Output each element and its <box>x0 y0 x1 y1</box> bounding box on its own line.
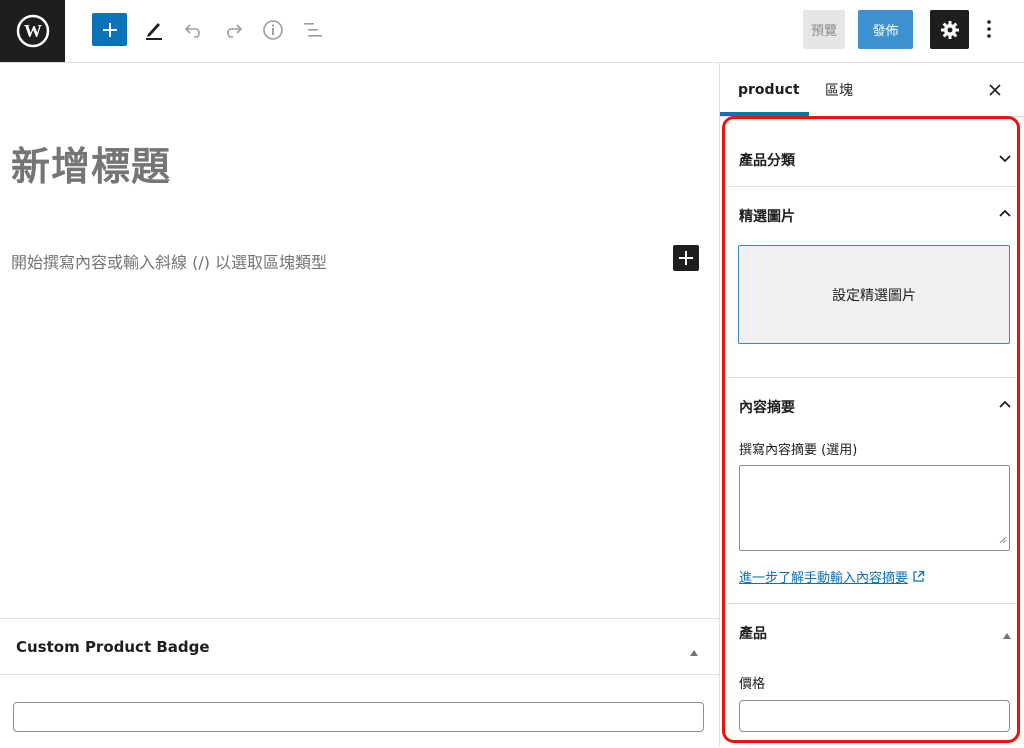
metabox-title: Custom Product Badge <box>16 638 210 656</box>
pencil-icon <box>146 23 162 40</box>
redo-button[interactable] <box>222 19 244 41</box>
inline-add-block-button[interactable] <box>673 245 699 271</box>
panel-title: 產品分類 <box>739 153 795 169</box>
list-view-icon <box>304 23 322 37</box>
custom-product-badge-metabox: Custom Product Badge <box>0 618 719 748</box>
excerpt-textarea[interactable] <box>739 465 1010 551</box>
featured-image-panel: 精選圖片 設定精選圖片 <box>728 186 1018 378</box>
sidebar-tabs: product 區塊 <box>720 63 1024 117</box>
svg-text:W: W <box>24 21 42 41</box>
active-tab-indicator <box>720 112 809 116</box>
product-panel: 產品 價格 <box>728 603 1018 747</box>
preview-button[interactable]: 預覽 <box>803 10 845 49</box>
chevron-up-icon <box>998 206 1012 225</box>
editor-toolbar: W 預覽 發佈 <box>0 0 1024 63</box>
featured-image-panel-toggle[interactable]: 精選圖片 <box>728 186 1018 242</box>
post-title-input[interactable]: 新增標題 <box>11 136 171 192</box>
tools-button[interactable] <box>142 17 166 43</box>
excerpt-help-link[interactable]: 進一步了解手動輸入內容摘要 <box>739 567 925 586</box>
panel-title: 精選圖片 <box>739 209 795 225</box>
price-field-label: 價格 <box>739 677 766 692</box>
badge-text-input[interactable] <box>13 702 704 732</box>
price-input[interactable] <box>739 700 1010 732</box>
gear-icon <box>940 20 959 39</box>
excerpt-panel-toggle[interactable]: 內容摘要 <box>728 377 1018 433</box>
triangle-up-icon <box>690 650 698 656</box>
settings-sidebar: product 區塊 產品分類 精選圖片 設定精選圖片 內容摘要 撰寫內容摘要 … <box>719 63 1024 747</box>
chevron-down-icon <box>998 150 1012 169</box>
publish-button[interactable]: 發佈 <box>858 10 913 49</box>
external-link-icon <box>913 570 925 582</box>
undo-button[interactable] <box>183 19 205 41</box>
settings-button[interactable] <box>930 10 969 49</box>
excerpt-help-link-text: 進一步了解手動輸入內容摘要 <box>739 571 909 586</box>
tab-product[interactable]: product <box>738 63 800 116</box>
panel-title: 產品 <box>739 626 767 642</box>
triangle-up-icon <box>1002 625 1012 644</box>
plus-icon <box>679 251 693 265</box>
panel-title: 內容摘要 <box>739 400 795 416</box>
product-category-panel-toggle[interactable]: 產品分類 <box>728 130 1018 186</box>
list-view-button[interactable] <box>301 19 325 41</box>
metabox-header[interactable]: Custom Product Badge <box>0 619 719 675</box>
excerpt-field-label: 撰寫內容摘要 (選用) <box>739 443 858 458</box>
more-options-button[interactable] <box>978 14 1000 44</box>
plus-icon <box>102 22 117 37</box>
resize-handle-icon[interactable] <box>999 529 1007 548</box>
tab-block[interactable]: 區塊 <box>825 63 853 116</box>
details-button[interactable] <box>261 18 285 42</box>
close-sidebar-button[interactable] <box>982 77 1008 103</box>
add-block-button[interactable] <box>92 13 127 46</box>
info-icon <box>263 20 283 40</box>
wordpress-logo-icon[interactable]: W <box>0 0 65 62</box>
chevron-up-icon <box>998 397 1012 416</box>
product-panel-toggle[interactable]: 產品 <box>728 603 1018 659</box>
excerpt-panel: 內容摘要 撰寫內容摘要 (選用) 進一步了解手動輸入內容摘要 <box>728 377 1018 604</box>
undo-icon <box>184 24 200 38</box>
set-featured-image-button[interactable]: 設定精選圖片 <box>738 245 1010 344</box>
redo-icon <box>227 24 243 38</box>
block-appender-placeholder[interactable]: 開始撰寫內容或輸入斜線 (/) 以選取區塊類型 <box>11 249 327 273</box>
product-category-panel: 產品分類 <box>728 130 1018 187</box>
more-vertical-icon <box>987 20 991 38</box>
metabox-toggle-button[interactable] <box>689 642 699 661</box>
close-icon <box>989 84 1001 96</box>
